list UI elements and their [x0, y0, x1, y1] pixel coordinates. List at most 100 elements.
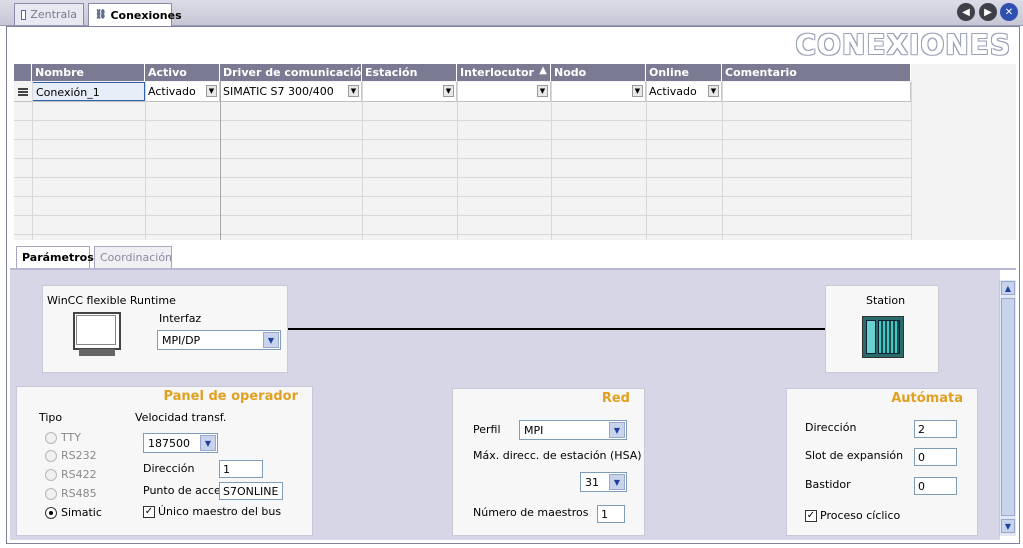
hsa-select[interactable]: 31 ▼: [580, 472, 627, 492]
hsa-value: 31: [585, 476, 599, 489]
cell-value: SIMATIC S7 300/400: [223, 85, 334, 98]
dropdown-arrow-icon[interactable]: ▼: [348, 85, 359, 97]
bastidor-label: Bastidor: [805, 478, 851, 491]
station-title: Station: [866, 294, 906, 307]
scroll-thumb[interactable]: [1001, 298, 1015, 516]
punto-acceso-label: Punto de acces: [143, 484, 227, 497]
radio-selected-icon: [45, 506, 57, 519]
connections-icon: ⛓: [95, 10, 107, 20]
bastidor-field[interactable]: 0: [914, 477, 957, 495]
hmi-device-box: WinCC flexible Runtime Interfaz MPI/DP ▼: [42, 285, 288, 373]
window-icon: [21, 9, 27, 20]
vertical-scrollbar[interactable]: ▲ ▼: [999, 280, 1016, 536]
tab-coordinacion[interactable]: Coordinación: [94, 246, 172, 270]
page-title: CONEXIONES: [795, 28, 1011, 61]
tab-label: Conexiones: [110, 8, 182, 22]
hsa-label: Máx. direcc. de estación (HSA): [473, 449, 642, 462]
nav-forward-icon[interactable]: ▶: [979, 3, 997, 21]
interface-label: Interfaz: [159, 312, 202, 325]
cell-nombre[interactable]: Conexión_1: [32, 82, 145, 101]
row-divider: [14, 234, 911, 235]
column-header-estacion[interactable]: Estación: [362, 64, 457, 81]
chevron-down-icon[interactable]: ▼: [263, 332, 279, 348]
column-divider: [911, 81, 912, 240]
velocidad-value: 187500: [148, 437, 190, 450]
column-header-driver[interactable]: Driver de comunicación: [220, 64, 362, 81]
station-box: Station: [825, 285, 939, 373]
sort-ascending-icon: ▲: [539, 65, 547, 76]
checkbox-label: Único maestro del bus: [158, 505, 282, 518]
radio-simatic[interactable]: Simatic: [45, 506, 102, 519]
radio-rs422[interactable]: RS422: [45, 468, 97, 481]
column-header-nodo[interactable]: Nodo: [551, 64, 646, 81]
table-corner: [14, 64, 32, 81]
perfil-select[interactable]: MPI ▼: [519, 420, 627, 440]
radio-label: RS485: [61, 487, 97, 500]
nav-back-icon[interactable]: ◀: [957, 3, 975, 21]
row-divider: [14, 139, 911, 140]
perfil-label: Perfil: [473, 423, 501, 436]
scroll-up-icon[interactable]: ▲: [1001, 281, 1015, 295]
column-header-nombre[interactable]: Nombre: [32, 64, 145, 81]
column-header-label: Interlocutor: [460, 66, 534, 79]
chevron-down-icon[interactable]: ▼: [609, 422, 625, 438]
radio-icon: [45, 431, 57, 444]
dropdown-arrow-icon[interactable]: ▼: [708, 85, 719, 97]
editor-tab-bar: Zentrala ⛓ Conexiones ◀ ▶ ✕: [0, 0, 1023, 26]
column-header-comentario[interactable]: Comentario: [722, 64, 911, 81]
plc-section: Autómata Dirección 2 Slot de expansión 0…: [786, 388, 978, 536]
maestros-field[interactable]: 1: [597, 505, 625, 523]
cell-interlocutor[interactable]: ▼: [457, 82, 551, 101]
cell-value: Activado: [148, 85, 196, 98]
cell-driver[interactable]: SIMATIC S7 300/400 ▼: [220, 82, 362, 101]
column-divider: [722, 81, 723, 240]
tab-conexiones[interactable]: ⛓ Conexiones: [88, 3, 182, 26]
cell-estacion[interactable]: ▼: [362, 82, 457, 101]
plc-direccion-field[interactable]: 2: [914, 420, 957, 438]
cell-activo[interactable]: Activado ▼: [145, 82, 220, 101]
section-title: Red: [601, 391, 630, 406]
maestros-label: Número de maestros: [473, 506, 589, 519]
close-icon[interactable]: ✕: [1000, 3, 1018, 21]
scroll-down-icon[interactable]: ▼: [1001, 519, 1015, 533]
column-header-interlocutor[interactable]: Interlocutor ▲: [457, 64, 551, 81]
tipo-label: Tipo: [39, 411, 63, 424]
radio-label: TTY: [61, 431, 81, 444]
slot-field[interactable]: 0: [914, 448, 957, 466]
column-divider: [145, 81, 146, 240]
tab-label: Zentrala: [30, 8, 77, 21]
dropdown-arrow-icon[interactable]: ▼: [632, 85, 643, 97]
row-selector-icon[interactable]: [14, 82, 32, 101]
column-header-online[interactable]: Online: [646, 64, 722, 81]
dropdown-arrow-icon[interactable]: ▼: [443, 85, 454, 97]
cell-online[interactable]: Activado ▼: [646, 82, 722, 101]
chevron-down-icon[interactable]: ▼: [609, 474, 625, 490]
radio-icon: [45, 468, 57, 481]
proceso-ciclico-checkbox[interactable]: ✓ Proceso cíclico: [805, 509, 900, 522]
chevron-down-icon[interactable]: ▼: [200, 435, 216, 451]
tab-zentrala[interactable]: Zentrala: [14, 3, 84, 25]
checkbox-label: Proceso cíclico: [820, 509, 901, 522]
radio-tty[interactable]: TTY: [45, 431, 81, 444]
interface-select[interactable]: MPI/DP ▼: [157, 330, 281, 350]
checkbox-checked-icon: ✓: [805, 509, 817, 522]
direccion-field[interactable]: 1: [219, 460, 263, 478]
cell-nodo[interactable]: ▼: [551, 82, 646, 101]
plc-icon: [862, 316, 904, 358]
connection-line: [288, 328, 826, 330]
velocidad-select[interactable]: 187500 ▼: [143, 433, 218, 453]
hmi-panel-icon: [73, 312, 121, 358]
dropdown-arrow-icon[interactable]: ▼: [537, 85, 548, 97]
radio-label: RS232: [61, 449, 97, 462]
unico-maestro-checkbox[interactable]: ✓ Único maestro del bus: [143, 505, 281, 518]
column-divider: [646, 81, 647, 240]
dropdown-arrow-icon[interactable]: ▼: [206, 85, 217, 97]
punto-acceso-field[interactable]: S7ONLINE: [219, 482, 283, 500]
radio-icon: [45, 487, 57, 500]
radio-rs232[interactable]: RS232: [45, 449, 97, 462]
section-title: Autómata: [891, 391, 963, 406]
cell-comentario[interactable]: [722, 82, 911, 101]
hmi-title: WinCC flexible Runtime: [47, 294, 176, 307]
column-header-activo[interactable]: Activo: [145, 64, 220, 81]
radio-rs485[interactable]: RS485: [45, 487, 97, 500]
